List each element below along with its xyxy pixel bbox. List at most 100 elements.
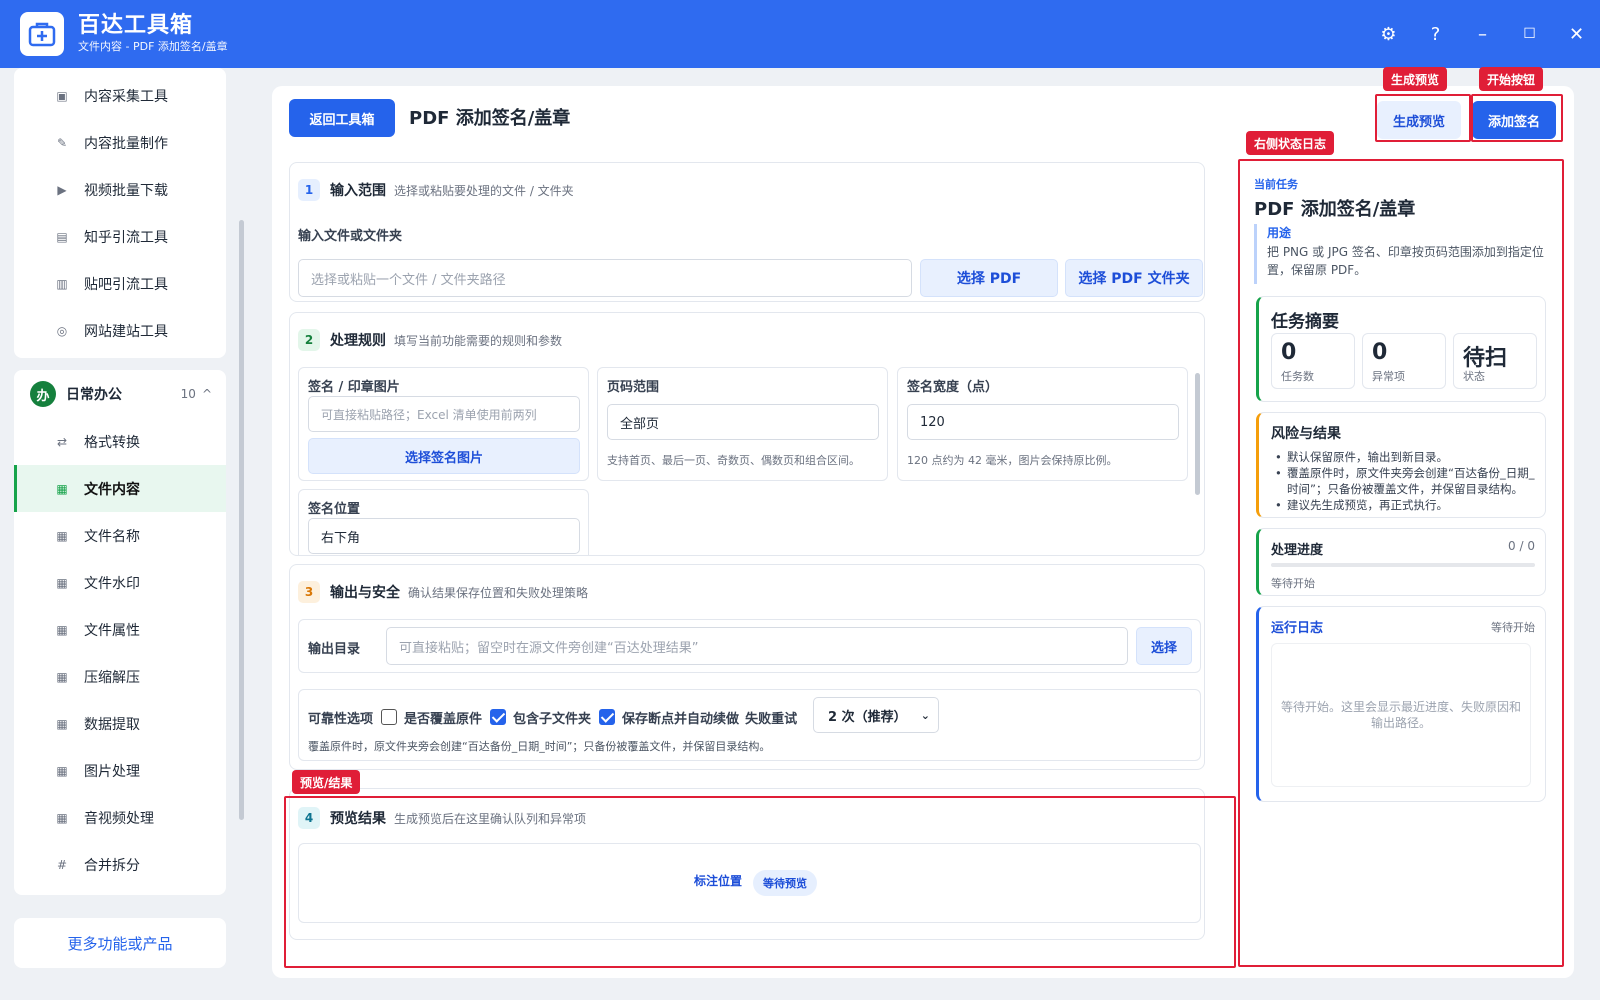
settings-gear-icon[interactable]: ⚙	[1365, 0, 1412, 68]
input-path-field[interactable]: 选择或粘贴一个文件 / 文件夹路径	[298, 259, 912, 297]
sig-image-label: 签名 / 印章图片	[308, 380, 400, 395]
back-to-toolbox-button[interactable]: 返回工具箱	[289, 99, 395, 137]
section-title: 处理规则	[330, 333, 386, 349]
page-range-card: 页码范围 全部页 支持首页、最后一页、奇数页、偶数页和组合区间。	[597, 367, 888, 481]
signature-width-card: 签名宽度（点） 120 120 点约为 42 毫米，图片会保持原比例。	[897, 367, 1188, 481]
section-rules: 2 处理规则 填写当前功能需要的规则和参数 签名 / 印章图片 可直接粘贴路径；…	[289, 312, 1205, 556]
subfolder-checkbox[interactable]	[490, 708, 507, 725]
rules-scrollbar[interactable]	[1195, 373, 1200, 495]
sidebar: ▣ 内容采集工具 ✎ 内容批量制作 ▶ 视频批量下载 ▤ 知乎引流工具 ▥ 贴吧引流工具 …	[0, 68, 246, 1000]
overwrite-checkbox[interactable]	[381, 708, 398, 725]
annotation-tag-result: 预览/结果	[292, 770, 361, 794]
select-pdf-folder-button[interactable]: 选择 PDF 文件夹	[1065, 259, 1203, 297]
section-title: 输入范围	[330, 183, 386, 199]
annotation-box-start	[1471, 94, 1563, 142]
signature-position-card: 签名位置 右下角	[298, 489, 589, 555]
section-desc: 选择或粘贴要处理的文件 / 文件夹	[394, 183, 574, 198]
hash-icon: #	[56, 857, 68, 872]
annotation-tag-start: 开始按钮	[1479, 67, 1544, 91]
minimize-icon[interactable]: –	[1459, 0, 1506, 68]
sidebar-item-merge-split[interactable]: # 合并拆分	[14, 841, 226, 888]
grid-icon: ▦	[56, 716, 68, 731]
sidebar-item-content-collect[interactable]: ▣ 内容采集工具	[14, 72, 226, 119]
overwrite-label: 是否覆盖原件	[404, 712, 483, 727]
annotation-box-result	[284, 796, 1236, 968]
grid-icon: ▦	[56, 528, 68, 543]
sidebar-item-website[interactable]: ◎ 网站建站工具	[14, 307, 226, 354]
tieba-icon: ▥	[56, 276, 68, 291]
page-range-label: 页码范围	[607, 380, 660, 395]
grid-icon: ▦	[56, 481, 68, 496]
sidebar-item-file-attributes[interactable]: ▦ 文件属性	[14, 606, 226, 653]
section-output-safety: 3 输出与安全 确认结果保存位置和失败处理策略 输出目录 可直接粘贴；留空时在源…	[289, 564, 1205, 770]
sidebar-item-format-convert[interactable]: ⇄ 格式转换	[14, 418, 226, 465]
sidebar-group-card: 办 日常办公 10 ^ ⇄ 格式转换 ▦ 文件内容 ▦ 文件名称 ▦ 文件水印 ▦ 文件属…	[14, 370, 226, 895]
section-number: 2	[298, 329, 320, 351]
sidebar-item-file-name[interactable]: ▦ 文件名称	[14, 512, 226, 559]
sidebar-item-file-content[interactable]: ▦ 文件内容	[14, 465, 226, 512]
chevron-down-icon: ⌄	[920, 708, 930, 722]
collapse-caret-icon[interactable]: ^	[202, 387, 212, 401]
collect-icon: ▣	[56, 88, 68, 103]
sig-width-hint: 120 点约为 42 毫米，图片会保持原比例。	[907, 454, 1118, 467]
app-subtitle: 文件内容 - PDF 添加签名/盖章	[78, 40, 228, 53]
sig-image-path-input[interactable]: 可直接粘贴路径；Excel 清单使用前两列	[308, 396, 580, 432]
maximize-icon[interactable]: ☐	[1506, 0, 1553, 68]
reliability-options-row: 可靠性选项 是否覆盖原件 包含子文件夹 保存断点并自动续做 失败重试 2 次（推…	[298, 689, 1201, 761]
grid-icon: ▦	[56, 669, 68, 684]
page-range-input[interactable]: 全部页	[607, 404, 879, 440]
sidebar-item-tieba[interactable]: ▥ 贴吧引流工具	[14, 260, 226, 307]
section-number: 1	[298, 179, 320, 201]
sidebar-item-compress[interactable]: ▦ 压缩解压	[14, 653, 226, 700]
website-icon: ◎	[56, 323, 68, 338]
overwrite-note: 覆盖原件时，原文件夹旁会创建“百达备份_日期_时间”；只备份被覆盖文件，并保留目…	[308, 740, 771, 753]
grid-icon: ▦	[56, 575, 68, 590]
select-pdf-button[interactable]: 选择 PDF	[920, 259, 1058, 297]
toolbox-logo-icon	[20, 12, 64, 56]
page-title: PDF 添加签名/盖章	[409, 108, 571, 129]
group-count: 10	[180, 387, 196, 401]
sig-position-select[interactable]: 右下角	[308, 518, 580, 554]
sidebar-top-card: ▣ 内容采集工具 ✎ 内容批量制作 ▶ 视频批量下载 ▤ 知乎引流工具 ▥ 贴吧引流工具 …	[14, 68, 226, 358]
sidebar-item-zhihu[interactable]: ▤ 知乎引流工具	[14, 213, 226, 260]
select-output-dir-button[interactable]: 选择	[1136, 627, 1192, 665]
resume-label: 保存断点并自动续做	[622, 712, 740, 727]
sidebar-item-image[interactable]: ▦ 图片处理	[14, 747, 226, 794]
section-number: 3	[298, 581, 320, 603]
section-desc: 确认结果保存位置和失败处理策略	[408, 585, 589, 600]
zhihu-icon: ▤	[56, 229, 68, 244]
sig-width-label: 签名宽度（点）	[907, 380, 999, 395]
swap-icon: ⇄	[56, 434, 68, 449]
sidebar-item-video-download[interactable]: ▶ 视频批量下载	[14, 166, 226, 213]
annotation-box-log	[1238, 159, 1564, 967]
sidebar-item-file-watermark[interactable]: ▦ 文件水印	[14, 559, 226, 606]
close-icon[interactable]: ✕	[1553, 0, 1600, 68]
grid-icon: ▦	[56, 763, 68, 778]
reliability-label: 可靠性选项	[308, 712, 374, 727]
signature-image-card: 签名 / 印章图片 可直接粘贴路径；Excel 清单使用前两列 选择签名图片	[298, 367, 589, 481]
more-products-button[interactable]: 更多功能或产品	[14, 918, 226, 968]
select-signature-image-button[interactable]: 选择签名图片	[308, 438, 580, 474]
section-title: 输出与安全	[330, 585, 400, 601]
output-dir-input[interactable]: 可直接粘贴；留空时在源文件旁创建“百达处理结果”	[386, 627, 1128, 665]
annotation-tag-log: 右侧状态日志	[1246, 131, 1335, 155]
sidebar-item-data-extract[interactable]: ▦ 数据提取	[14, 700, 226, 747]
retry-select[interactable]: 2 次（推荐） ⌄	[813, 697, 939, 733]
retry-label: 失败重试	[745, 712, 798, 727]
sig-width-input[interactable]: 120	[907, 404, 1179, 440]
group-header-daily-office[interactable]: 办 日常办公 10 ^	[14, 370, 226, 418]
output-dir-row: 输出目录 可直接粘贴；留空时在源文件旁创建“百达处理结果” 选择	[298, 619, 1201, 673]
resume-checkbox[interactable]	[599, 708, 616, 725]
annotation-tag-preview: 生成预览	[1383, 67, 1448, 91]
help-icon[interactable]: ?	[1412, 0, 1459, 68]
grid-icon: ▦	[56, 622, 68, 637]
video-icon: ▶	[57, 182, 67, 197]
input-field-label: 输入文件或文件夹	[298, 229, 403, 244]
sidebar-scrollbar[interactable]	[239, 220, 244, 820]
sidebar-item-content-batch[interactable]: ✎ 内容批量制作	[14, 119, 226, 166]
output-dir-label: 输出目录	[308, 642, 361, 657]
section-desc: 填写当前功能需要的规则和参数	[394, 333, 563, 348]
grid-icon: ▦	[56, 810, 68, 825]
sidebar-item-av[interactable]: ▦ 音视频处理	[14, 794, 226, 841]
annotation-box-preview	[1375, 94, 1471, 142]
